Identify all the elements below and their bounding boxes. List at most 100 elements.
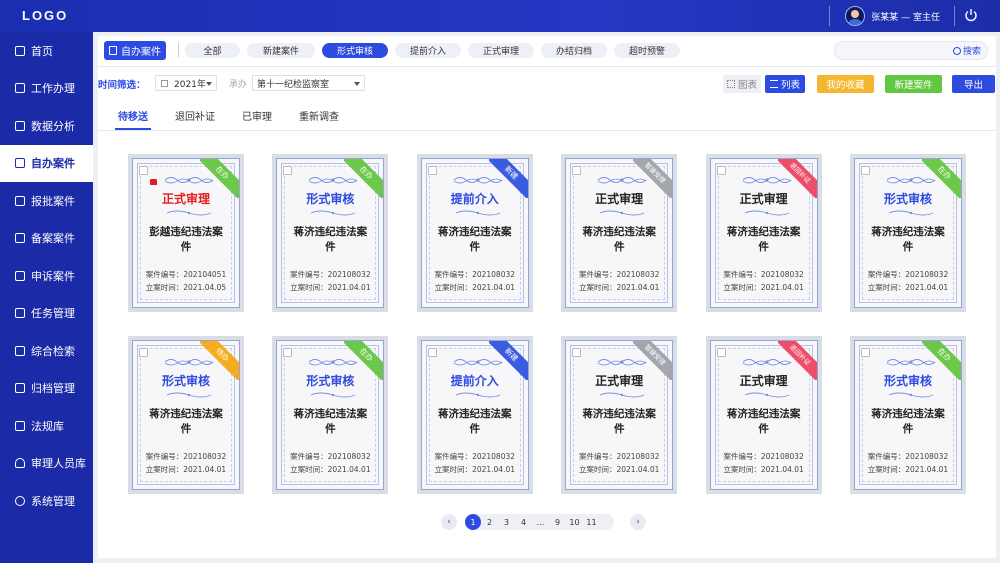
card-checkbox[interactable]: [139, 348, 148, 357]
ornament-divider: [741, 389, 793, 398]
case-card[interactable]: 形式审核 蒋济违纪违法案件 案件编号：202108032 立案时间：2021.04.0…: [128, 336, 244, 494]
filter-chip[interactable]: 超时预警: [614, 43, 680, 58]
status-ribbon: 暂缓受理: [633, 159, 673, 198]
archive-icon: [15, 233, 25, 244]
page-number[interactable]: 2: [481, 514, 498, 530]
case-card[interactable]: 正式审理 蒋济违纪违法案件 案件编号：202108032 立案时间：2021.04.0…: [561, 336, 678, 494]
case-number-line: 案件编号：202104051: [133, 269, 239, 280]
search-input[interactable]: [843, 44, 943, 57]
filter-chip[interactable]: 提前介入: [395, 43, 461, 58]
case-card[interactable]: 形式审核 蒋济违纪违法案件 案件编号：202108032 立案时间：2021.04.0…: [850, 336, 966, 494]
card-checkbox[interactable]: [283, 348, 293, 357]
case-card[interactable]: 正式审理 彭越违纪违法案件 案件编号：202104051 立案时间：2021.04.0…: [128, 154, 244, 312]
case-name: 彭越违纪违法案件: [149, 226, 223, 253]
filter-chip[interactable]: 办结归档: [541, 43, 607, 58]
card-checkbox[interactable]: [716, 166, 726, 175]
user-profile[interactable]: 张某某 — 室主任: [845, 6, 940, 26]
filter-chip[interactable]: 正式审理: [468, 43, 534, 58]
filed-date: 2021.04.01: [472, 465, 516, 474]
divider: [98, 130, 996, 131]
page-number[interactable]: 11: [583, 514, 600, 530]
filter-chip[interactable]: 新建案件: [247, 43, 315, 58]
card-checkbox[interactable]: [427, 166, 437, 175]
page-number[interactable]: 9: [549, 514, 566, 530]
sidebar-item[interactable]: 系统管理: [0, 482, 93, 520]
case-card[interactable]: 形式审核 蒋济违纪违法案件 案件编号：202108032 立案时间：2021.04.0…: [272, 336, 389, 494]
card-checkbox[interactable]: [572, 348, 582, 357]
status-ribbon: 待办: [200, 341, 239, 380]
sidebar-item[interactable]: 首页: [0, 32, 93, 70]
card-checkbox[interactable]: [861, 166, 870, 175]
avatar[interactable]: [845, 6, 866, 26]
case-card[interactable]: 正式审理 蒋济违纪违法案件 案件编号：202108032 立案时间：2021.04.0…: [561, 154, 678, 312]
next-page-button[interactable]: ›: [630, 514, 646, 530]
case-card[interactable]: 正式审理 蒋济违纪违法案件 案件编号：202108032 立案时间：2021.04.0…: [705, 336, 822, 494]
case-number-line: 案件编号：202108032: [855, 269, 961, 280]
tab-item[interactable]: 重新调查: [299, 108, 339, 130]
sidebar-item[interactable]: 备案案件: [0, 220, 93, 258]
card-checkbox[interactable]: [283, 166, 293, 175]
case-number-label: 案件编号：: [867, 452, 906, 461]
sidebar-item[interactable]: 综合检索: [0, 332, 93, 370]
sidebar-item[interactable]: 审理人员库: [0, 445, 93, 483]
card-checkbox[interactable]: [716, 348, 726, 357]
sidebar-item[interactable]: 数据分析: [0, 107, 93, 145]
sidebar-item[interactable]: 申诉案件: [0, 257, 93, 295]
case-card[interactable]: 形式审核 蒋济违纪违法案件 案件编号：202108032 立案时间：2021.04.0…: [850, 154, 966, 312]
sidebar-item[interactable]: 报批案件: [0, 182, 93, 220]
filed-date-label: 立案时间：: [867, 465, 906, 474]
favorites-label: 我的收藏: [826, 80, 865, 91]
sidebar-item[interactable]: 自办案件: [0, 144, 93, 182]
chart-icon: [15, 120, 25, 131]
tile-view-button[interactable]: 图表: [723, 75, 761, 93]
case-name: 蒋济违纪违法案件: [438, 408, 512, 435]
list-view-button[interactable]: 列表: [765, 75, 805, 93]
case-number: 202108032: [760, 452, 804, 461]
power-icon[interactable]: [964, 8, 978, 22]
page-number[interactable]: 1: [465, 514, 481, 530]
top-bar: LOGO 张某某 — 室主任: [0, 0, 1000, 32]
filed-date-label: 立案时间：: [867, 283, 906, 292]
filed-date-line: 立案时间：2021.04.01: [566, 464, 672, 475]
search-button[interactable]: 搜索: [952, 44, 981, 57]
case-card[interactable]: 提前介入 蒋济违纪违法案件 案件编号：202108032 立案时间：2021.04.0…: [416, 336, 533, 494]
search-icon: [952, 46, 961, 55]
sidebar-item[interactable]: 任务管理: [0, 295, 93, 333]
case-card[interactable]: 正式审理 蒋济违纪违法案件 案件编号：202108032 立案时间：2021.04.0…: [705, 154, 822, 312]
folder-icon: [15, 383, 25, 394]
section-tag-button[interactable]: 自办案件: [104, 41, 166, 60]
case-card[interactable]: 形式审核 蒋济违纪违法案件 案件编号：202108032 立案时间：2021.04.0…: [272, 154, 389, 312]
case-card[interactable]: 提前介入 蒋济违纪违法案件 案件编号：202108032 立案时间：2021.04.0…: [416, 154, 533, 312]
sidebar-item[interactable]: 工作办理: [0, 70, 93, 108]
new-case-button[interactable]: 新建案件: [885, 75, 942, 93]
year-select[interactable]: 2021年: [155, 75, 217, 91]
tab-item[interactable]: 退回补证: [175, 108, 215, 130]
list-view-label: 列表: [780, 80, 800, 91]
export-button[interactable]: 导出: [952, 75, 995, 93]
filed-date-label: 立案时间：: [723, 283, 761, 292]
divider: [98, 66, 996, 67]
page-number[interactable]: 10: [566, 514, 583, 530]
card-checkbox[interactable]: [427, 348, 437, 357]
prev-page-button[interactable]: ‹: [441, 514, 457, 530]
tile-view-label: 图表: [737, 80, 757, 91]
page-number[interactable]: 3: [498, 514, 515, 530]
card-checkbox[interactable]: [861, 348, 870, 357]
filter-chip[interactable]: 全部: [185, 43, 240, 58]
sidebar-item[interactable]: 归档管理: [0, 370, 93, 408]
case-number-line: 案件编号：202108032: [566, 451, 672, 462]
case-card-frame: 正式审理 蒋济违纪违法案件 案件编号：202108032 立案时间：2021.04.0…: [565, 158, 674, 308]
tab-item[interactable]: 已审理: [242, 108, 272, 130]
undertaker-select[interactable]: 第十一纪检监察室: [252, 75, 365, 91]
card-checkbox[interactable]: [139, 166, 148, 175]
tab-item[interactable]: 待移送: [115, 108, 151, 130]
case-name: 蒋济违纪违法案件: [726, 226, 801, 253]
sidebar-item-label: 审理人员库: [31, 457, 86, 471]
sidebar-item[interactable]: 法规库: [0, 407, 93, 445]
card-checkbox[interactable]: [572, 166, 582, 175]
search-box[interactable]: 搜索: [834, 41, 988, 60]
filter-chip[interactable]: 形式审核: [322, 43, 388, 58]
page-number[interactable]: 4: [515, 514, 532, 530]
favorites-button[interactable]: 我的收藏: [817, 75, 874, 93]
clipboard-icon: [109, 46, 117, 55]
